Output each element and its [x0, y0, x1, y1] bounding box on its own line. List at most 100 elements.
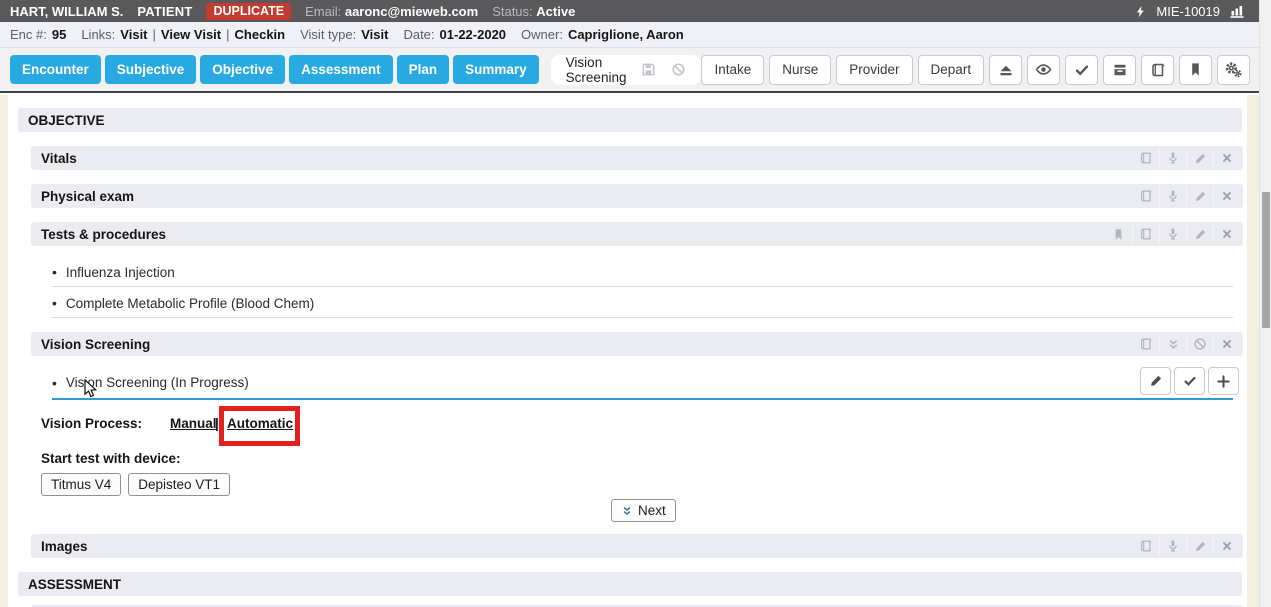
list-item-metabolic-profile[interactable]: • Complete Metabolic Profile (Blood Chem… — [52, 289, 1233, 318]
journal-icon[interactable] — [1132, 334, 1159, 354]
tab-plan[interactable]: Plan — [397, 55, 450, 84]
tab-subjective[interactable]: Subjective — [105, 55, 197, 84]
device-depisteo-vt1-button[interactable]: Depisteo VT1 — [128, 473, 230, 496]
item-label: Complete Metabolic Profile (Blood Chem) — [66, 296, 314, 311]
bar-chart-icon[interactable] — [1229, 3, 1245, 19]
archive-icon[interactable] — [1103, 55, 1136, 85]
enc-number-value: 95 — [52, 27, 66, 42]
section-assessment[interactable]: ASSESSMENT — [18, 572, 1242, 596]
bookmark-icon[interactable] — [1179, 55, 1212, 85]
close-icon[interactable] — [1213, 536, 1240, 556]
pencil-icon[interactable] — [1186, 536, 1213, 556]
tab-summary[interactable]: Summary — [453, 55, 539, 84]
encounter-info-bar: Enc #: 95 Links: Visit | View Visit | Ch… — [0, 22, 1259, 48]
intake-button[interactable]: Intake — [701, 55, 764, 85]
link-separator: | — [226, 27, 229, 42]
close-icon[interactable] — [1213, 224, 1240, 244]
vision-process-automatic-link[interactable]: Automatic — [227, 416, 293, 431]
microphone-icon[interactable] — [1159, 148, 1186, 168]
panel-vitals[interactable]: Vitals — [31, 146, 1243, 170]
check-icon[interactable] — [1065, 55, 1098, 85]
vision-process-separator: | — [215, 416, 219, 431]
pencil-icon[interactable] — [1140, 367, 1171, 395]
link-view-visit[interactable]: View Visit — [161, 27, 221, 42]
bullet: • — [52, 295, 57, 311]
vision-process-manual-link[interactable]: Manual — [170, 416, 217, 431]
eject-icon[interactable] — [989, 55, 1022, 85]
panel-physical-exam[interactable]: Physical exam — [31, 184, 1243, 208]
vision-process-label: Vision Process: — [41, 416, 142, 431]
left-margin-strip — [0, 95, 8, 607]
journal-icon[interactable] — [1141, 55, 1174, 85]
gears-icon[interactable] — [1217, 55, 1250, 85]
document-title-pill: Vision Screening — [551, 55, 702, 85]
tab-assessment[interactable]: Assessment — [289, 55, 393, 84]
panel-vision-screening[interactable]: Vision Screening — [31, 332, 1243, 356]
tab-encounter[interactable]: Encounter — [10, 55, 101, 84]
tab-objective[interactable]: Objective — [200, 55, 285, 84]
links-label: Links: — [81, 27, 115, 42]
close-icon[interactable] — [1213, 186, 1240, 206]
email-value: aaronc@mieweb.com — [345, 4, 478, 19]
visit-type-label: Visit type: — [300, 27, 356, 42]
link-separator: | — [153, 27, 156, 42]
owner-value: Capriglione, Aaron — [568, 27, 684, 42]
device-titmus-v4-button[interactable]: Titmus V4 — [41, 473, 121, 496]
duplicate-badge[interactable]: DUPLICATE — [206, 3, 291, 20]
microphone-icon[interactable] — [1159, 224, 1186, 244]
collapse-icon[interactable] — [1159, 334, 1186, 354]
item-label: Influenza Injection — [66, 265, 175, 280]
panel-images[interactable]: Images — [31, 534, 1243, 558]
depart-button[interactable]: Depart — [918, 55, 985, 85]
section-objective-title: OBJECTIVE — [28, 113, 105, 128]
panel-images-title: Images — [41, 539, 88, 554]
device-button-row: Titmus V4 Depisteo VT1 — [41, 473, 230, 496]
owner-label: Owner: — [521, 27, 563, 42]
panel-physical-exam-title: Physical exam — [41, 189, 134, 204]
right-margin-strip — [1247, 95, 1259, 607]
chart-toolbar: Encounter Subjective Objective Assessmen… — [0, 48, 1259, 93]
bookmark-icon[interactable] — [1105, 224, 1132, 244]
patient-name: HART, WILLIAM S. — [10, 4, 123, 19]
section-assessment-title: ASSESSMENT — [28, 577, 121, 592]
close-icon[interactable] — [1213, 148, 1240, 168]
date-value: 01-22-2020 — [440, 27, 507, 42]
ban-icon[interactable] — [671, 62, 686, 77]
list-item-influenza[interactable]: • Influenza Injection — [52, 258, 1233, 287]
close-icon[interactable] — [1213, 334, 1240, 354]
lightning-icon[interactable] — [1134, 5, 1147, 18]
ban-icon[interactable] — [1186, 334, 1213, 354]
link-checkin[interactable]: Checkin — [235, 27, 286, 42]
list-item-vision-screening-in-progress[interactable]: • Vision Screening (In Progress) — [52, 367, 1233, 400]
provider-button[interactable]: Provider — [836, 55, 912, 85]
pencil-icon[interactable] — [1186, 148, 1213, 168]
plus-icon[interactable] — [1208, 367, 1239, 395]
patient-role-label: PATIENT — [137, 4, 192, 19]
vision-item-actions — [1140, 367, 1239, 395]
journal-icon[interactable] — [1132, 148, 1159, 168]
status-value: Active — [536, 4, 575, 19]
item-label: Vision Screening (In Progress) — [66, 375, 249, 390]
content-area: OBJECTIVE Vitals Physical exam Tes — [0, 95, 1259, 607]
link-visit[interactable]: Visit — [120, 27, 147, 42]
journal-icon[interactable] — [1132, 224, 1159, 244]
microphone-icon[interactable] — [1159, 536, 1186, 556]
visit-type-value: Visit — [361, 27, 388, 42]
eye-icon[interactable] — [1027, 55, 1060, 85]
save-icon[interactable] — [641, 62, 656, 77]
vertical-scrollbar[interactable] — [1259, 0, 1271, 607]
section-objective[interactable]: OBJECTIVE — [18, 108, 1242, 132]
nurse-button[interactable]: Nurse — [769, 55, 831, 85]
pencil-icon[interactable] — [1186, 224, 1213, 244]
enc-number-label: Enc #: — [10, 27, 47, 42]
next-button[interactable]: Next — [611, 499, 676, 522]
journal-icon[interactable] — [1132, 186, 1159, 206]
check-icon[interactable] — [1174, 367, 1205, 395]
panel-tests-procedures[interactable]: Tests & procedures — [31, 222, 1243, 246]
scrollbar-thumb[interactable] — [1262, 192, 1270, 328]
pencil-icon[interactable] — [1186, 186, 1213, 206]
panel-vitals-title: Vitals — [41, 151, 77, 166]
panel-tests-title: Tests & procedures — [41, 227, 166, 242]
microphone-icon[interactable] — [1159, 186, 1186, 206]
journal-icon[interactable] — [1132, 536, 1159, 556]
